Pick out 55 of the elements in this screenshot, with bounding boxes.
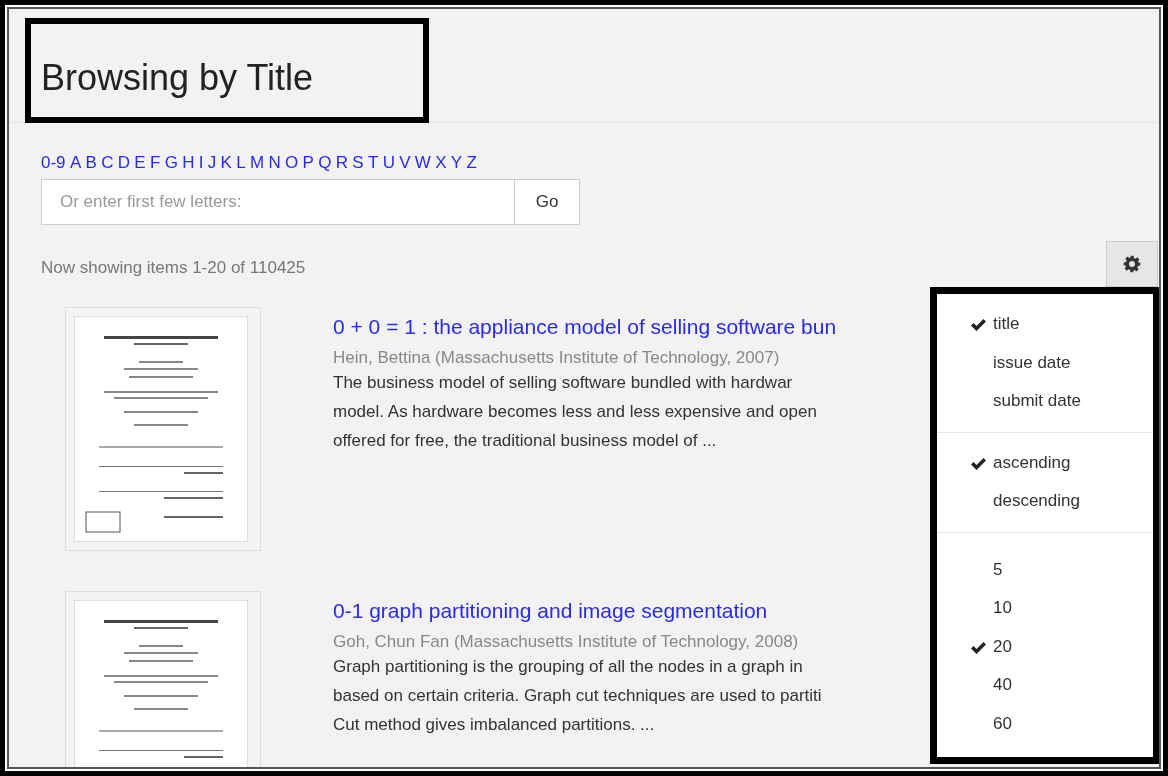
letter-link[interactable]: M (250, 153, 265, 173)
settings-button[interactable] (1106, 241, 1158, 287)
letter-link[interactable]: R (335, 153, 348, 173)
abstract-line: Cut method gives imbalanced partitions. ... (333, 714, 656, 736)
letter-link[interactable]: Y (450, 153, 463, 173)
letter-link[interactable]: O (285, 153, 299, 173)
letter-link[interactable]: X (435, 153, 447, 173)
go-button[interactable]: Go (515, 179, 580, 225)
letter-link[interactable]: K (220, 153, 232, 173)
thumbnail-frame[interactable] (65, 307, 261, 551)
letter-link[interactable]: T (367, 153, 379, 173)
item-title-link[interactable]: 0 + 0 = 1 : the appliance model of selling software bun (333, 315, 930, 339)
letter-link[interactable]: V (399, 153, 411, 173)
letter-link[interactable]: E (134, 153, 146, 173)
input-field[interactable]: Or enter first few letters: (41, 179, 515, 225)
abstract-line: Graph partitioning is the grouping of all the nodes in a graph in (333, 656, 804, 678)
letter-link[interactable]: 0-9 (41, 153, 66, 173)
page-title: Browsing by Title (25, 18, 429, 123)
menu-option[interactable]: 40 (937, 666, 1153, 705)
letter-link[interactable]: D (117, 153, 130, 173)
results-summary: Now showing items 1-20 of 110425 (41, 258, 306, 278)
letter-link[interactable]: I (198, 153, 204, 173)
menu-option[interactable]: ascending (937, 443, 1153, 482)
letter-link[interactable]: A (69, 153, 82, 173)
letter-link[interactable]: S (352, 153, 364, 173)
letter-link[interactable]: N (268, 153, 281, 173)
abstract-line: based on certain criteria. Graph cut techniques are used to partiti (333, 685, 823, 707)
letter-link[interactable]: H (182, 153, 195, 173)
menu-option[interactable]: issue date (937, 343, 1153, 382)
menu-option[interactable]: 60 (937, 704, 1153, 743)
letter-link[interactable]: Q (318, 153, 332, 173)
abstract-line: model. As hardware becomes less and less expensive and open (333, 401, 818, 423)
settings-icon (1123, 255, 1141, 273)
letter-link[interactable]: B (85, 153, 97, 173)
letter-link[interactable]: W (414, 153, 431, 173)
menu-option[interactable]: 20 (937, 627, 1153, 666)
letter-link[interactable]: U (382, 153, 395, 173)
item-title-link[interactable]: 0-1 graph partitioning and image segmentation (333, 599, 930, 623)
menu-option[interactable]: descending (937, 482, 1153, 521)
letter-link[interactable]: C (101, 153, 114, 173)
item-byline: Hein, Bettina (Massachusetts Institute of Technology, 2007) (333, 348, 781, 368)
menu-option[interactable]: 5 (937, 550, 1153, 589)
abstract-line: offered for free, the traditional business model of ... (333, 430, 718, 452)
menu-option[interactable]: title (937, 305, 1153, 344)
letter-link[interactable]: L (236, 153, 246, 173)
menu-option[interactable]: 10 (937, 589, 1153, 628)
item-byline: Goh, Chun Fan (Massachusetts Institute of Technology, 2008) (333, 632, 800, 652)
letter-link[interactable]: P (302, 153, 314, 173)
letter-link[interactable]: Z (466, 153, 477, 173)
letter-link[interactable]: J (207, 153, 217, 173)
letter-link[interactable]: F (149, 153, 161, 173)
letter-link[interactable]: G (164, 153, 178, 173)
abstract-line: The business model of selling software bundled with hardwar (333, 372, 794, 394)
menu-option[interactable]: submit date (937, 382, 1153, 421)
thumbnail-frame[interactable] (65, 591, 261, 767)
